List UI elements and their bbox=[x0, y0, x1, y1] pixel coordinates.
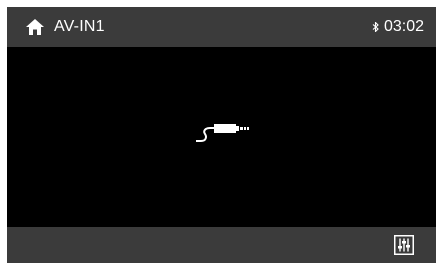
bluetooth-icon bbox=[372, 22, 379, 32]
head-unit-screen: AV-IN1 03:02 bbox=[7, 7, 436, 263]
top-status-bar: AV-IN1 03:02 bbox=[7, 7, 436, 47]
av-input-display bbox=[7, 47, 436, 227]
clock: 03:02 bbox=[383, 18, 424, 35]
aux-cable-icon bbox=[196, 124, 249, 142]
bottom-bar bbox=[7, 227, 436, 263]
status-area: 03:02 bbox=[372, 7, 424, 47]
equalizer-settings-button[interactable] bbox=[392, 233, 416, 257]
source-title: AV-IN1 bbox=[54, 18, 105, 35]
equalizer-settings-icon bbox=[394, 235, 414, 255]
home-button[interactable] bbox=[20, 7, 50, 47]
home-icon bbox=[26, 19, 44, 35]
